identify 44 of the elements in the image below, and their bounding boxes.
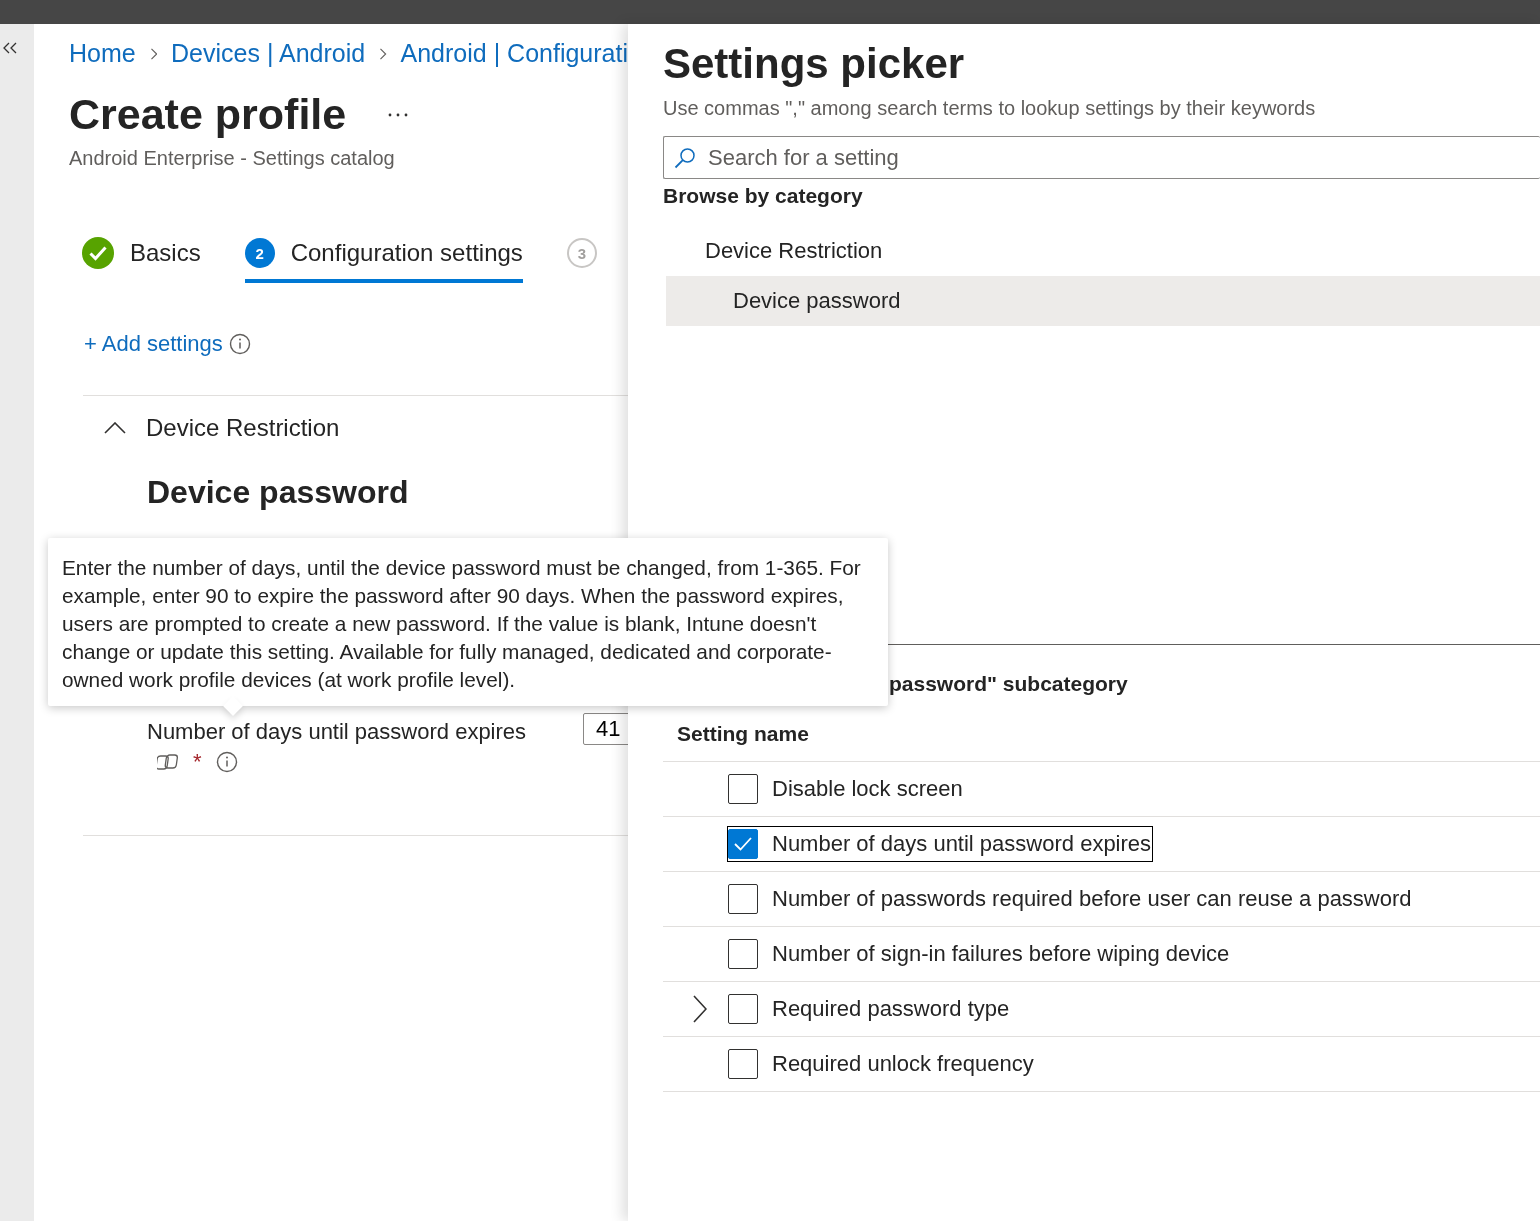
chevron-up-icon[interactable] <box>104 422 126 434</box>
wizard-step-tab[interactable]: Basics <box>82 227 201 283</box>
category-item[interactable]: Device Restriction <box>666 226 1540 276</box>
days-input[interactable]: 41 <box>583 713 628 745</box>
subcategory-heading: Device password <box>146 473 410 511</box>
wizard-step-tab[interactable]: 2 Configuration settings <box>244 227 523 283</box>
page-subtitle: Android Enterprise - Settings catalog <box>68 146 396 170</box>
subcategory-heading: password" subcategory <box>889 672 1128 696</box>
check-icon <box>733 836 753 852</box>
checkbox[interactable] <box>728 829 758 859</box>
panel-description: Use commas "," among search terms to lookup settings by their keywords <box>663 96 1317 120</box>
setting-name[interactable]: Required password type <box>772 996 1010 1022</box>
overlapping-squares-icon <box>157 753 179 771</box>
check-circle-icon <box>82 237 114 269</box>
search-icon <box>674 146 696 169</box>
search-field[interactable]: Search for a setting <box>663 136 1540 179</box>
collapse-icon[interactable] <box>3 42 17 54</box>
required-mark: * <box>193 749 202 775</box>
setting-name[interactable]: Number of sign-in failures before wiping device <box>772 941 1230 967</box>
checkbox[interactable] <box>728 994 758 1024</box>
breadcrumb-link[interactable]: Devices | Android <box>171 39 366 68</box>
checkbox[interactable] <box>728 884 758 914</box>
setting-name[interactable]: Disable lock screen <box>772 776 963 802</box>
panel-title: Settings picker <box>663 39 966 88</box>
setting-name[interactable]: Required unlock frequency <box>772 1051 1034 1077</box>
setting-name[interactable]: Number of passwords required before user can reuse a password <box>772 886 1412 912</box>
breadcrumb-link[interactable]: Android | Configurati <box>400 39 628 68</box>
checkbox[interactable] <box>728 1049 758 1079</box>
section-title: Device Restriction <box>146 414 340 442</box>
page-title: Create profile <box>69 90 347 139</box>
section-label: Browse by category <box>663 183 864 208</box>
step-number: 3 <box>566 238 597 268</box>
info-icon[interactable] <box>228 333 251 355</box>
add-settings-link[interactable]: + Add settings <box>84 331 223 357</box>
breadcrumb-link[interactable]: Home <box>69 39 136 68</box>
more-icon[interactable] <box>388 112 409 117</box>
setting-label: Number of days until password expires <box>147 719 528 745</box>
category-item[interactable]: Device password <box>666 276 1540 326</box>
info-icon[interactable] <box>215 751 238 773</box>
checkbox[interactable] <box>728 939 758 969</box>
tooltip-text: Enter the number of days, until the device password must be changed, from 1-365. For example, enter 90 to expire the password after 90 days. When the password expires, users are prompted to create a new password. If the value is blank, Intune doesn't change or update this setting. Available for fully managed, dedicated and corporate-owned work profile devices (at work profile level). <box>62 555 862 693</box>
step-number: 2 <box>244 238 275 268</box>
checkbox[interactable] <box>728 774 758 804</box>
chevron-right-icon[interactable] <box>693 995 707 1023</box>
